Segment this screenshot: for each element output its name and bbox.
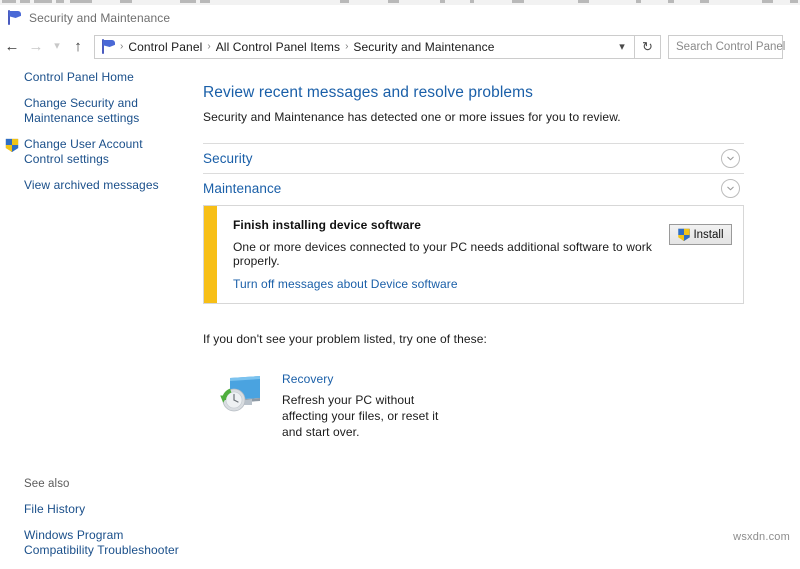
breadcrumb-item-control-panel[interactable]: Control Panel <box>124 40 206 54</box>
up-button[interactable]: ↑ <box>66 35 90 59</box>
see-also-heading: See also <box>24 478 70 490</box>
page-subtitle: Security and Maintenance has detected on… <box>203 110 621 124</box>
main-content: Review recent messages and resolve probl… <box>196 70 800 549</box>
navigation-bar: ← → ▾ ↑ › Control Panel › All Control Pa… <box>0 31 800 62</box>
chevron-down-circle-icon[interactable] <box>721 179 740 198</box>
sidebar-item-view-archived-messages[interactable]: View archived messages <box>0 178 196 193</box>
refresh-icon[interactable]: ↻ <box>635 34 661 59</box>
flag-icon <box>7 10 22 25</box>
try-one-of-these-text: If you don't see your problem listed, tr… <box>203 332 487 346</box>
search-placeholder: Search Control Panel <box>676 40 786 53</box>
page-title: Review recent messages and resolve probl… <box>203 84 533 101</box>
sidebar-item-label: Change User Account Control settings <box>24 137 143 166</box>
sidebar-item-control-panel-home[interactable]: Control Panel Home <box>0 70 196 85</box>
forward-button[interactable]: → <box>24 35 48 59</box>
window-title-bar: Security and Maintenance <box>0 5 800 30</box>
uac-shield-icon <box>5 138 19 155</box>
chevron-down-circle-icon[interactable] <box>721 149 740 168</box>
recovery-description: Refresh your PC without affecting your f… <box>282 393 439 439</box>
section-title: Security <box>203 151 253 166</box>
recent-locations-button[interactable]: ▾ <box>48 35 66 59</box>
alert-severity-accent-bar <box>204 206 217 303</box>
install-button[interactable]: Install <box>669 224 732 245</box>
sidebar-item-change-uac-settings[interactable]: Change User Account Control settings <box>0 137 196 167</box>
sidebar-item-change-settings[interactable]: Change Security and Maintenance settings <box>0 96 196 126</box>
uac-shield-icon <box>677 228 690 241</box>
sidebar-item-label: Control Panel Home <box>24 70 134 84</box>
breadcrumb-item-all-control-panel-items[interactable]: All Control Panel Items <box>212 40 344 54</box>
see-also-link-file-history[interactable]: File History <box>24 502 196 517</box>
section-header-maintenance[interactable]: Maintenance <box>203 173 744 203</box>
recovery-link-title[interactable]: Recovery <box>282 372 457 386</box>
sidebar-item-label: Change Security and Maintenance settings <box>24 96 140 125</box>
chevron-down-icon[interactable]: ▾ <box>610 36 634 58</box>
alert-panel-device-software: Finish installing device software One or… <box>203 205 744 304</box>
alert-turn-off-messages-link[interactable]: Turn off messages about Device software <box>233 277 669 291</box>
see-also-link-program-compatibility-troubleshooter[interactable]: Windows Program Compatibility Troublesho… <box>24 528 184 558</box>
alert-title: Finish installing device software <box>233 218 422 232</box>
alert-description: One or more devices connected to your PC… <box>233 240 652 268</box>
address-flag-icon <box>101 39 116 54</box>
recovery-item[interactable]: Recovery Refresh your PC without affecti… <box>218 372 800 440</box>
back-button[interactable]: ← <box>0 35 24 59</box>
watermark: wsxdn.com <box>733 531 790 543</box>
search-input[interactable]: Search Control Panel <box>668 34 786 59</box>
section-header-security[interactable]: Security <box>203 143 744 173</box>
section-title: Maintenance <box>203 181 282 196</box>
breadcrumb: › Control Panel › All Control Panel Item… <box>95 39 610 54</box>
breadcrumb-item-security-and-maintenance[interactable]: Security and Maintenance <box>349 40 498 54</box>
address-bar[interactable]: › Control Panel › All Control Panel Item… <box>94 34 635 59</box>
install-button-label: Install <box>693 228 724 241</box>
recovery-monitor-icon <box>218 374 262 414</box>
sidebar-item-label: View archived messages <box>24 178 159 192</box>
window-title: Security and Maintenance <box>29 10 171 25</box>
see-also-section: See also File History Windows Program Co… <box>24 478 196 569</box>
